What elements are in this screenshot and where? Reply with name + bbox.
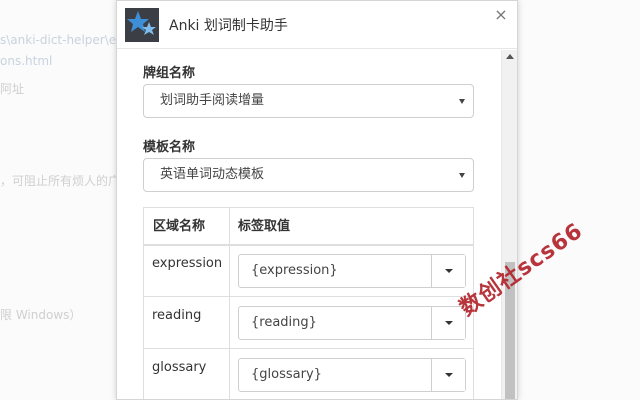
scroll-up-icon[interactable] [506, 54, 514, 59]
row-field-name: reading [152, 308, 202, 323]
close-icon[interactable]: × [493, 7, 509, 23]
caret-down-icon [445, 321, 453, 325]
caret-down-icon [445, 269, 453, 273]
chevron-down-icon [459, 173, 465, 178]
header-tag-value: 标签取值 [238, 219, 291, 234]
popup-window: Anki 划词制卡助手 × 牌组名称 划词助手阅读增量 模板名称 英语单词动态模… [116, 0, 518, 400]
bg-path-text: s\anki-dict-helper\ext [0, 33, 128, 47]
dropdown-toggle-button[interactable] [431, 359, 465, 391]
deck-label: 牌组名称 [143, 66, 196, 81]
table-row: reading {reading} [144, 298, 473, 349]
bg-address-text: 阿址 [0, 82, 25, 96]
deck-select-value: 划词助手阅读增量 [160, 93, 265, 108]
tag-value-dropdown[interactable]: {glossary} [238, 358, 466, 392]
tag-value-dropdown[interactable]: {expression} [238, 254, 466, 288]
bg-windows-text: 限 Windows） [0, 308, 82, 322]
table-header: 区域名称 标签取值 [144, 208, 473, 246]
tag-value-text: {expression} [251, 263, 338, 278]
model-label: 模板名称 [143, 140, 196, 155]
table-row: expression {expression} [144, 246, 473, 297]
caret-down-icon [445, 373, 453, 377]
anki-star-logo-icon [125, 7, 159, 42]
model-select-value: 英语单词动态模板 [160, 167, 265, 182]
dropdown-toggle-button[interactable] [431, 307, 465, 339]
row-field-name: expression [152, 256, 223, 271]
table-row: glossary {glossary} [144, 350, 473, 399]
model-select[interactable]: 英语单词动态模板 [143, 158, 474, 192]
tag-value-dropdown[interactable]: {reading} [238, 306, 466, 340]
vertical-scrollbar[interactable] [501, 50, 517, 399]
header-field-name: 区域名称 [153, 219, 206, 234]
dropdown-toggle-button[interactable] [431, 255, 465, 287]
deck-select[interactable]: 划词助手阅读增量 [143, 84, 474, 118]
bg-desc-text: ，可阻止所有烦人的广 [0, 174, 121, 188]
row-field-name: glossary [152, 360, 207, 375]
field-mapping-table: 区域名称 标签取值 expression {expression} readin… [143, 207, 474, 399]
tag-value-text: {glossary} [251, 367, 322, 382]
title-bar: Anki 划词制卡助手 × [117, 1, 517, 49]
bg-file-text: ons.html [0, 54, 53, 68]
chevron-down-icon [459, 99, 465, 104]
tag-value-text: {reading} [251, 315, 317, 330]
settings-content: 牌组名称 划词助手阅读增量 模板名称 英语单词动态模板 区域名称 标签取值 ex… [117, 50, 500, 399]
window-title: Anki 划词制卡助手 [169, 17, 288, 34]
